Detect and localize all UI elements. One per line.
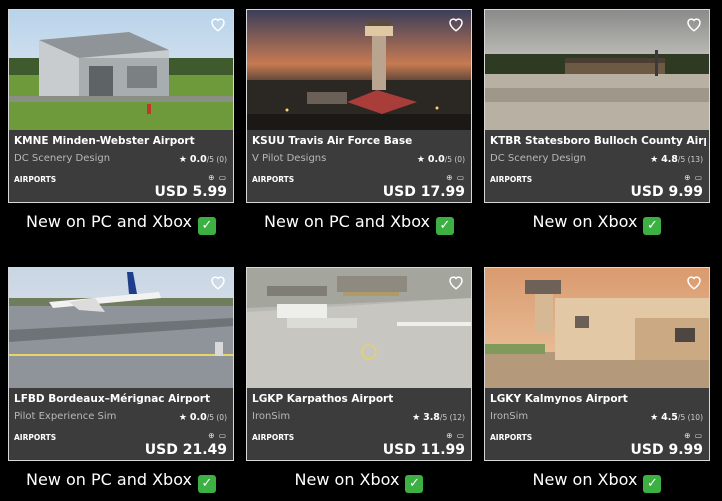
rating-value: 4.5 xyxy=(661,412,678,423)
star-icon: ★ xyxy=(178,155,187,165)
caption-text: New on Xbox xyxy=(294,470,400,489)
caption-text: New on PC and Xbox xyxy=(26,212,192,231)
rating-count: /5 (13) xyxy=(677,155,703,164)
wishlist-heart-icon[interactable] xyxy=(209,15,227,33)
product-info: KTBR Statesboro Bulloch County Airport D… xyxy=(485,130,709,202)
rating-count: /5 (0) xyxy=(206,413,227,422)
developer-name[interactable]: V Pilot Designs xyxy=(252,153,326,164)
developer-name[interactable]: DC Scenery Design xyxy=(490,153,586,164)
product-thumbnail[interactable] xyxy=(485,10,709,130)
product-info: KMNE Minden-Webster Airport DC Scenery D… xyxy=(9,130,233,202)
product-name[interactable]: KMNE Minden-Webster Airport xyxy=(14,135,230,147)
developer-name[interactable]: DC Scenery Design xyxy=(14,153,110,164)
price: USD 9.99 xyxy=(630,184,704,200)
product-name[interactable]: KSUU Travis Air Force Base xyxy=(252,135,468,147)
product-card-lfbd[interactable]: LFBD Bordeaux–Mérignac Airport Pilot Exp… xyxy=(8,267,234,461)
product-card-ksuu[interactable]: KSUU Travis Air Force Base V Pilot Desig… xyxy=(246,9,472,203)
product-thumbnail[interactable] xyxy=(247,268,471,388)
rating: ★ 4.8/5 (13) xyxy=(650,154,703,165)
developer-name[interactable]: IronSim xyxy=(252,411,290,422)
platform-icons: ⊕ ▭ xyxy=(208,431,227,440)
caption-text: New on PC and Xbox xyxy=(264,212,430,231)
check-icon: ✓ xyxy=(643,475,662,493)
product-card-ktbr[interactable]: KTBR Statesboro Bulloch County Airport D… xyxy=(484,9,710,203)
rating-value: 0.0 xyxy=(189,154,207,165)
category-label: AIRPORTS xyxy=(252,175,295,184)
price: USD 17.99 xyxy=(382,184,465,200)
rating-value: 0.0 xyxy=(427,154,445,165)
caption-ktbr: New on Xbox ✓ xyxy=(478,212,716,235)
price: USD 21.49 xyxy=(144,442,227,458)
platform-icons: ⊕ ▭ xyxy=(684,431,703,440)
rating-value: 0.0 xyxy=(189,412,207,423)
price: USD 11.99 xyxy=(382,442,465,458)
platform-icons: ⊕ ▭ xyxy=(446,173,465,182)
price: USD 9.99 xyxy=(630,442,704,458)
product-info: LFBD Bordeaux–Mérignac Airport Pilot Exp… xyxy=(9,388,233,460)
platform-icons: ⊕ ▭ xyxy=(684,173,703,182)
rating-value: 4.8 xyxy=(661,154,678,165)
category-label: AIRPORTS xyxy=(490,433,533,442)
product-name[interactable]: LGKY Kalmynos Airport xyxy=(490,393,706,405)
check-icon: ✓ xyxy=(643,217,662,235)
check-icon: ✓ xyxy=(197,217,216,235)
product-card-lgky[interactable]: LGKY Kalmynos Airport IronSim ★ 4.5/5 (1… xyxy=(484,267,710,461)
caption-kmne: New on PC and Xbox ✓ xyxy=(2,212,240,235)
caption-lfbd: New on PC and Xbox ✓ xyxy=(2,470,240,493)
rating: ★ 3.8/5 (12) xyxy=(412,412,465,423)
product-card-lgkp[interactable]: LGKP Karpathos Airport IronSim ★ 3.8/5 (… xyxy=(246,267,472,461)
rating: ★ 0.0/5 (0) xyxy=(179,154,227,165)
caption-text: New on PC and Xbox xyxy=(26,470,192,489)
check-icon: ✓ xyxy=(435,217,454,235)
product-name[interactable]: KTBR Statesboro Bulloch County Airport xyxy=(490,135,706,147)
caption-ksuu: New on PC and Xbox ✓ xyxy=(240,212,478,235)
rating-count: /5 (12) xyxy=(439,413,465,422)
product-thumbnail[interactable] xyxy=(9,268,233,388)
rating: ★ 0.0/5 (0) xyxy=(417,154,465,165)
rating: ★ 4.5/5 (10) xyxy=(650,412,703,423)
star-icon: ★ xyxy=(178,413,187,423)
star-icon: ★ xyxy=(650,413,659,423)
wishlist-heart-icon[interactable] xyxy=(209,273,227,291)
product-info: LGKY Kalmynos Airport IronSim ★ 4.5/5 (1… xyxy=(485,388,709,460)
star-icon: ★ xyxy=(416,155,425,165)
check-icon: ✓ xyxy=(197,475,216,493)
developer-name[interactable]: Pilot Experience Sim xyxy=(14,411,116,422)
product-name[interactable]: LFBD Bordeaux–Mérignac Airport xyxy=(14,393,230,405)
rating-count: /5 (10) xyxy=(677,413,703,422)
caption-text: New on Xbox xyxy=(532,470,638,489)
developer-name[interactable]: IronSim xyxy=(490,411,528,422)
product-thumbnail[interactable] xyxy=(9,10,233,130)
price: USD 5.99 xyxy=(154,184,228,200)
category-label: AIRPORTS xyxy=(14,433,57,442)
rating-count: /5 (0) xyxy=(206,155,227,164)
star-icon: ★ xyxy=(412,413,421,423)
rating-value: 3.8 xyxy=(423,412,440,423)
product-info: KSUU Travis Air Force Base V Pilot Desig… xyxy=(247,130,471,202)
category-label: AIRPORTS xyxy=(252,433,295,442)
rating-count: /5 (0) xyxy=(444,155,465,164)
wishlist-heart-icon[interactable] xyxy=(685,273,703,291)
caption-text: New on Xbox xyxy=(532,212,638,231)
product-info: LGKP Karpathos Airport IronSim ★ 3.8/5 (… xyxy=(247,388,471,460)
check-icon: ✓ xyxy=(405,475,424,493)
rating: ★ 0.0/5 (0) xyxy=(179,412,227,423)
product-card-kmne[interactable]: KMNE Minden-Webster Airport DC Scenery D… xyxy=(8,9,234,203)
wishlist-heart-icon[interactable] xyxy=(685,15,703,33)
product-thumbnail[interactable] xyxy=(247,10,471,130)
category-label: AIRPORTS xyxy=(490,175,533,184)
product-thumbnail[interactable] xyxy=(485,268,709,388)
platform-icons: ⊕ ▭ xyxy=(208,173,227,182)
product-name[interactable]: LGKP Karpathos Airport xyxy=(252,393,468,405)
star-icon: ★ xyxy=(650,155,659,165)
caption-lgky: New on Xbox ✓ xyxy=(478,470,716,493)
category-label: AIRPORTS xyxy=(14,175,57,184)
wishlist-heart-icon[interactable] xyxy=(447,273,465,291)
platform-icons: ⊕ ▭ xyxy=(446,431,465,440)
wishlist-heart-icon[interactable] xyxy=(447,15,465,33)
caption-lgkp: New on Xbox ✓ xyxy=(240,470,478,493)
